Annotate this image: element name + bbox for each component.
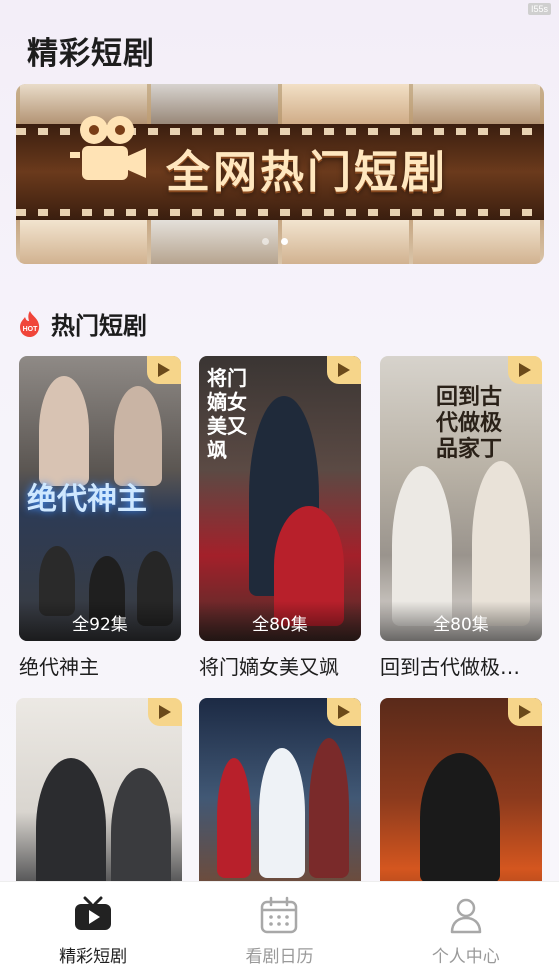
drama-title[interactable]: 回到古代做极… xyxy=(380,651,542,680)
banner-pagination xyxy=(262,238,288,245)
drama-card[interactable]: 绝代神主 全92集 绝代神主 xyxy=(19,356,181,680)
play-icon xyxy=(148,698,182,726)
episode-count: 全80集 xyxy=(199,601,361,641)
play-icon xyxy=(147,356,181,384)
poster-title-art: 绝代神主 xyxy=(27,482,147,517)
tab-profile[interactable]: 个人中心 xyxy=(373,882,559,971)
calendar-icon xyxy=(261,896,298,934)
drama-card[interactable]: 回到古代做极品家丁 全80集 回到古代做极… xyxy=(380,356,542,680)
tab-calendar[interactable]: 看剧日历 xyxy=(186,882,372,971)
play-icon xyxy=(327,356,361,384)
tab-label: 个人中心 xyxy=(431,947,500,967)
episode-count: 全80集 xyxy=(380,601,542,641)
tab-drama[interactable]: 精彩短剧 xyxy=(0,882,186,971)
drama-card[interactable]: 将门嫡女美又飒 全80集 将门嫡女美又飒 xyxy=(199,356,361,680)
play-icon xyxy=(327,698,361,726)
tab-label: 看剧日历 xyxy=(245,947,314,967)
hot-badge-text: HOT xyxy=(23,326,39,333)
hot-flame-icon: HOT xyxy=(20,310,40,337)
drama-title[interactable]: 将门嫡女美又飒 xyxy=(199,651,361,680)
drama-title[interactable]: 绝代神主 xyxy=(19,651,181,680)
movie-camera-icon xyxy=(70,116,146,180)
status-corner-label: I55s xyxy=(527,3,551,15)
hot-section-header: HOT 热门短剧 xyxy=(16,306,147,341)
tab-label: 精彩短剧 xyxy=(59,947,128,967)
app-title: 精彩短剧 xyxy=(27,36,155,72)
episode-count: 全92集 xyxy=(19,601,181,641)
drama-poster[interactable]: 回到古代做极品家丁 全80集 xyxy=(380,356,542,641)
promo-banner[interactable]: 全网热门短剧 xyxy=(16,84,544,264)
play-icon xyxy=(508,698,542,726)
banner-headline: 全网热门短剧 xyxy=(166,147,448,198)
bottom-tab-bar: 精彩短剧 看剧日历 个人中心 xyxy=(0,881,559,971)
banner-dot[interactable] xyxy=(262,238,269,245)
poster-title-art: 回到古代做极品家丁 xyxy=(436,384,503,462)
user-icon xyxy=(450,898,482,934)
poster-title-art: 将门嫡女美又飒 xyxy=(207,366,247,462)
drama-poster[interactable]: 绝代神主 全92集 xyxy=(19,356,181,641)
drama-poster[interactable]: 将门嫡女美又飒 全80集 xyxy=(199,356,361,641)
section-title: 热门短剧 xyxy=(51,312,147,340)
tv-play-icon xyxy=(75,896,112,930)
play-icon xyxy=(508,356,542,384)
banner-dot-active[interactable] xyxy=(281,238,288,245)
